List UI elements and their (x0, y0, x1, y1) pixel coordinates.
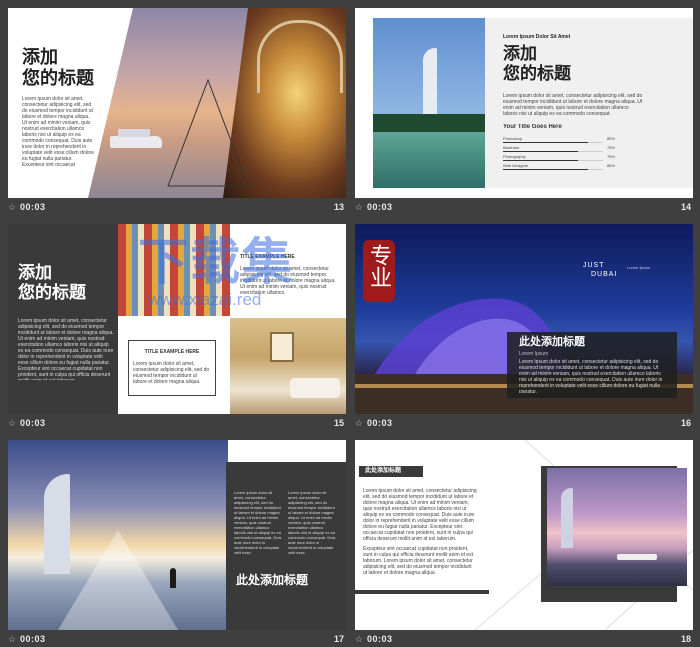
skill-row: Web Designer 85% (503, 163, 619, 172)
marina-sunset-photo (547, 468, 687, 586)
bathroom-interior-photo (230, 318, 346, 414)
dark-text-panel: Lorem ipsum dolor sit amet, consectetur … (226, 462, 346, 630)
star-icon: ☆ (355, 634, 364, 644)
dubai-tagline: Lorem Ipsum (627, 265, 651, 270)
slide-18-info-bar: ☆ 00:03 18 (355, 634, 693, 646)
bottom-accent-bar (355, 590, 489, 594)
skill-row: Photography 75% (503, 154, 619, 163)
slide-15-title-line2: 您的标题 (18, 282, 86, 303)
slide-14-title-line1: 添加 (503, 44, 537, 64)
slide-16-number: 16 (680, 418, 691, 428)
star-icon: ☆ (355, 418, 364, 428)
slide-13-duration: 00:03 (20, 202, 46, 212)
slide-13-info-bar: ☆ 00:03 13 (8, 202, 346, 214)
skill-track (503, 160, 603, 161)
slide-18-body1: Lorem ipsum dolor sit amet, consectetur … (363, 488, 477, 540)
slide-17-duration: 00:03 (20, 634, 46, 644)
light-triangle-overlay (58, 530, 178, 630)
slide-14-number: 14 (680, 202, 691, 212)
slide-14-thumbnail[interactable]: Lorem Ipsum Dolor Sit Amet 添加 您的标题 Lorem… (355, 8, 693, 212)
slide-14-canvas: Lorem Ipsum Dolor Sit Amet 添加 您的标题 Lorem… (355, 8, 693, 198)
slide-15-side-body: Lorem ipsum dolor sit amet, consectetur … (240, 266, 336, 296)
slide-14-body: Lorem ipsum dolor sit amet, consectetur … (503, 93, 643, 117)
text-panel: 此处添加标题 Lorem Ipsum Lorem ipsum dolor sit… (507, 332, 677, 398)
market-stall-photo (118, 224, 230, 316)
skill-bars: Photoshop 85% Illustrator 75% Photograph… (503, 136, 619, 172)
slide-17-col2: Lorem ipsum dolor sit amet, consectetur … (288, 490, 336, 555)
skill-track (503, 151, 603, 152)
skill-value: 75% (607, 145, 616, 150)
skill-value: 75% (607, 154, 616, 159)
slide-13-number: 13 (333, 202, 344, 212)
slide-14-kicker: Lorem Ipsum Dolor Sit Amet (503, 34, 571, 40)
skill-fill (503, 160, 578, 161)
slide-17-canvas: Lorem ipsum dolor sit amet, consectetur … (8, 440, 346, 630)
skill-row: Illustrator 75% (503, 145, 619, 154)
yacht-shape (617, 554, 657, 560)
burj-sunset-photo (8, 440, 228, 630)
slide-18-canvas: 此处添加标题 Lorem ipsum dolor sit amet, conse… (355, 440, 693, 630)
triangle-outline (167, 78, 249, 187)
slide-15-title: 添加 您的标题 (18, 263, 86, 303)
slide-15-box-title: TITLE EXAMPLE HERE (144, 349, 200, 355)
skill-track (503, 142, 603, 143)
skill-value: 85% (607, 163, 616, 168)
skill-track (503, 169, 603, 170)
slide-15-canvas: 添加 您的标题 Lorem ipsum dolor sit amet, cons… (8, 224, 346, 414)
slide-16-info-bar: ☆ 00:03 16 (355, 418, 693, 430)
slide-16-thumbnail[interactable]: JUST DUBAI Lorem Ipsum 专业 此处添加标题 Lorem I… (355, 224, 693, 428)
slide-17-col1: Lorem ipsum dolor sit amet, consectetur … (234, 490, 282, 555)
slide-15-box-body: Lorem ipsum dolor sit amet, consectetur … (133, 361, 210, 385)
star-icon: ☆ (8, 418, 17, 428)
slide-15-thumbnail[interactable]: 添加 您的标题 Lorem ipsum dolor sit amet, cons… (8, 224, 346, 428)
seal-badge: 专业 (363, 240, 395, 302)
slide-15-body: Lorem ipsum dolor sit amet, consectetur … (18, 318, 114, 380)
slide-18-title: 此处添加标题 (365, 467, 402, 474)
slide-16-duration: 00:03 (367, 418, 393, 428)
slide-16-canvas: JUST DUBAI Lorem Ipsum 专业 此处添加标题 Lorem I… (355, 224, 693, 414)
slide-14-subtitle: Your Title Goes Here (503, 124, 562, 130)
slide-13-canvas: 添加 您的标题 Lorem ipsum dolor sit amet, cons… (8, 8, 346, 198)
slide-15-number: 15 (333, 418, 344, 428)
star-icon: ☆ (8, 634, 17, 644)
slide-16-panel-sub: Lorem Ipsum (519, 351, 549, 357)
skill-fill (503, 142, 588, 143)
slide-17-number: 17 (333, 634, 344, 644)
star-icon: ☆ (355, 202, 364, 212)
title-tab: 此处添加标题 (359, 466, 423, 477)
slide-16-panel-title: 此处添加标题 (519, 335, 585, 348)
slide-16-panel-body: Lorem ipsum dolor sit amet, consectetur … (519, 359, 663, 393)
skill-value: 85% (607, 136, 616, 141)
slide-15-duration: 00:03 (20, 418, 46, 428)
slide-15-info-bar: ☆ 00:03 15 (8, 418, 346, 430)
slide-14-title-line2: 您的标题 (503, 63, 571, 84)
slide-13-thumbnail[interactable]: 添加 您的标题 Lorem ipsum dolor sit amet, cons… (8, 8, 346, 212)
seal-text: 专业 (366, 244, 391, 288)
burj-sail-shape (423, 48, 437, 120)
example-text-box: TITLE EXAMPLE HERE Lorem ipsum dolor sit… (128, 340, 216, 396)
slide-18-body2: Excepteur sint occaecat cupidatat non pr… (363, 546, 473, 576)
skill-row: Photoshop 85% (503, 136, 619, 145)
slide-17-title: 此处添加标题 (236, 573, 309, 587)
mirror-shape (270, 332, 294, 362)
slide-15-title-line1: 添加 (18, 263, 52, 283)
slide-14-info-bar: ☆ 00:03 14 (355, 202, 693, 214)
dubai-label: DUBAI (591, 271, 618, 278)
slide-18-duration: 00:03 (367, 634, 393, 644)
bathtub-shape (290, 378, 340, 398)
slide-17-thumbnail[interactable]: Lorem ipsum dolor sit amet, consectetur … (8, 440, 346, 644)
skill-fill (503, 169, 588, 170)
slide-18-thumbnail[interactable]: 此处添加标题 Lorem ipsum dolor sit amet, conse… (355, 440, 693, 644)
slide-14-title: 添加 您的标题 (503, 44, 571, 84)
slide-14-duration: 00:03 (367, 202, 393, 212)
palm-trees-shape (373, 114, 485, 132)
slide-15-side-title: TITLE EXAMPLE HERE (240, 254, 295, 260)
slide-17-info-bar: ☆ 00:03 17 (8, 634, 346, 646)
burj-al-arab-photo (373, 18, 485, 188)
burj-sail-shape (561, 488, 573, 548)
slide-18-number: 18 (680, 634, 691, 644)
just-label: JUST (583, 262, 605, 269)
star-icon: ☆ (8, 202, 17, 212)
skill-fill (503, 151, 578, 152)
